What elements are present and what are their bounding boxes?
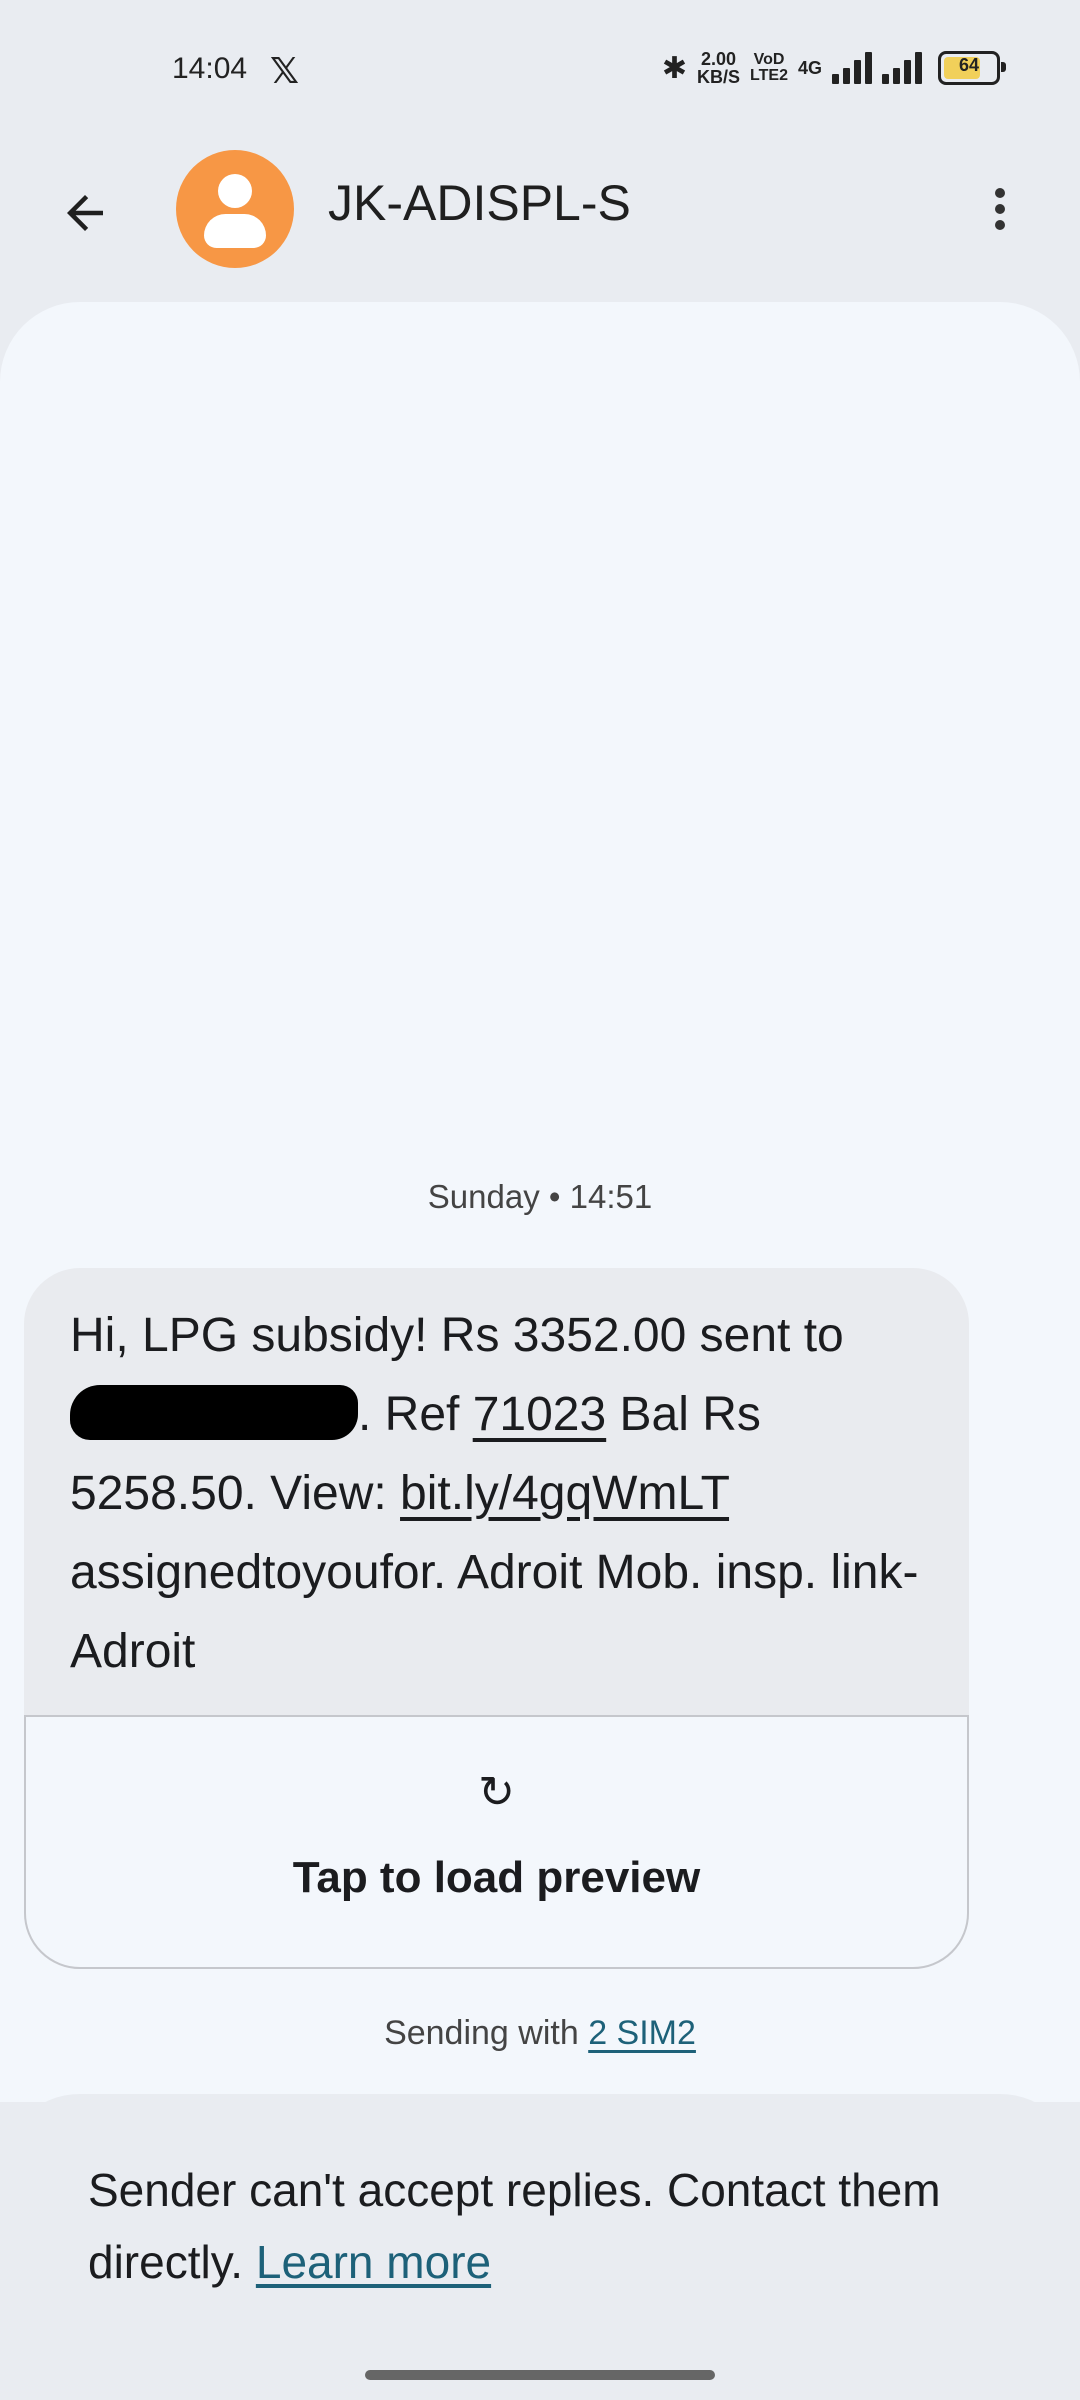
status-icons: ✱ 2.00 KB/S VoD LTE2 4G 64 xyxy=(661,49,1006,87)
volte-indicator: VoD LTE2 xyxy=(750,51,788,84)
x-app-icon: 𝕏 xyxy=(270,50,300,91)
contact-name[interactable]: JK-ADISPL-S xyxy=(328,174,631,232)
signal-icon-sim2 xyxy=(882,52,922,84)
redacted-account xyxy=(70,1385,358,1440)
message-link[interactable]: bit.ly/4gqWmLT xyxy=(400,1467,729,1520)
no-reply-notice: Sender can't accept replies. Contact the… xyxy=(88,2164,941,2288)
bluetooth-icon: ✱ xyxy=(661,51,688,85)
network-speed: 2.00 KB/S xyxy=(697,49,741,87)
arrow-left-icon xyxy=(67,195,103,231)
message-bubble[interactable]: Hi, LPG subsidy! Rs 3352.00 sent to . Re… xyxy=(24,1268,969,1969)
battery-icon: 64 xyxy=(938,51,1006,85)
more-options-button[interactable] xyxy=(980,182,1020,242)
home-gesture-bar[interactable] xyxy=(365,2370,715,2380)
back-button[interactable] xyxy=(50,178,120,248)
signal-icon-sim1 xyxy=(832,52,872,84)
reply-disabled-footer: Sender can't accept replies. Contact the… xyxy=(0,2094,1080,2400)
battery-level: 64 xyxy=(958,55,980,75)
message-date: Sunday • 14:51 xyxy=(427,1178,653,1215)
status-bar: 14:04 𝕏 ✱ 2.00 KB/S VoD LTE2 4G 64 xyxy=(0,0,1080,140)
load-preview-button[interactable]: ↻ Tap to load preview xyxy=(24,1715,969,1969)
contact-avatar[interactable] xyxy=(176,150,294,268)
sim-selector-link[interactable]: 2 SIM2 xyxy=(588,2014,696,2052)
preview-label: Tap to load preview xyxy=(292,1853,701,1902)
person-icon xyxy=(218,174,252,208)
network-type: 4G xyxy=(797,57,822,78)
status-time: 14:04 xyxy=(172,52,248,85)
ref-number[interactable]: 71023 xyxy=(473,1388,606,1441)
more-vert-icon xyxy=(995,188,1005,198)
learn-more-link[interactable]: Learn more xyxy=(256,2236,491,2288)
refresh-icon: ↻ xyxy=(478,1768,515,1817)
message-text: Hi, LPG subsidy! Rs 3352.00 sent to . Re… xyxy=(70,1309,919,1678)
conversation-header: JK-ADISPL-S xyxy=(0,140,1080,290)
sending-with: Sending with 2 SIM2 xyxy=(384,2014,696,2052)
